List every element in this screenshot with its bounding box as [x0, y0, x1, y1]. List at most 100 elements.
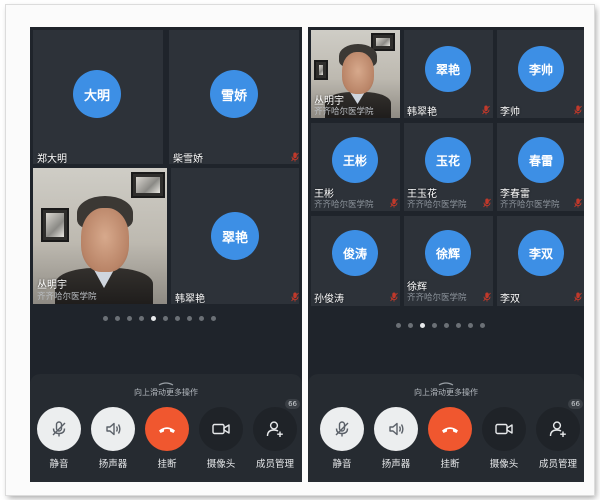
members-control[interactable]: 66 成员管理 [536, 399, 583, 470]
participant-org: 齐齐哈尔医学院 [407, 200, 467, 210]
participant-video-face [81, 208, 129, 272]
wall-picture [371, 33, 395, 51]
mic-muted-icon [574, 105, 582, 115]
participant-avatar: 俊涛 [332, 230, 378, 276]
control-panel: 向上滑动更多操作 静音 扬声器 挂断 摄像头 66 成员管理 [308, 374, 584, 482]
participant-tile[interactable]: 雪娇 柴雪娇 [169, 30, 299, 164]
page-dot[interactable] [396, 323, 401, 328]
participant-video-tile[interactable]: 丛明宇 齐齐哈尔医学院 [311, 30, 400, 118]
mic-muted-icon [390, 292, 398, 302]
members-count-badge: 66 [568, 399, 583, 409]
participant-name: 李帅 [500, 107, 520, 118]
participant-name: 丛明宇 [37, 280, 67, 291]
participant-video-face [342, 52, 374, 94]
drag-handle[interactable] [438, 381, 454, 386]
meeting-screen-left: 大明 郑大明 雪娇 柴雪娇 丛明宇 齐齐哈尔医学院 翠艳 韩翠艳 向上滑动更多操… [30, 27, 302, 482]
participant-tile[interactable]: 李双 李双 [497, 216, 584, 306]
control-panel: 向上滑动更多操作 静音 扬声器 挂断 摄像头 66 成员管理 [30, 374, 302, 482]
speaker-control[interactable]: 扬声器 [374, 407, 418, 470]
participant-tile[interactable]: 翠艳 韩翠艳 [404, 30, 493, 118]
speaker-control[interactable]: 扬声器 [91, 407, 135, 470]
hangup-control[interactable]: 挂断 [145, 407, 189, 470]
mic-muted-icon [574, 198, 582, 208]
phone-hangup-icon [442, 427, 458, 433]
page-dot[interactable] [163, 316, 168, 321]
speaker-button[interactable] [91, 407, 135, 451]
mute-control[interactable]: 静音 [320, 407, 364, 470]
hangup-button[interactable] [145, 407, 189, 451]
hangup-button[interactable] [428, 407, 472, 451]
participant-name: 韩翠艳 [175, 294, 205, 304]
page-dot[interactable] [139, 316, 144, 321]
page-indicator[interactable] [396, 323, 485, 328]
page-dot[interactable] [211, 316, 216, 321]
page-dot[interactable] [115, 316, 120, 321]
page-dot-active[interactable] [151, 316, 156, 321]
members-control[interactable]: 66 成员管理 [253, 399, 300, 470]
mute-button[interactable] [320, 407, 364, 451]
page-dot[interactable] [456, 323, 461, 328]
participant-org: 齐齐哈尔医学院 [314, 200, 374, 210]
add-member-icon [549, 421, 566, 437]
speaker-button[interactable] [374, 407, 418, 451]
participant-avatar: 大明 [73, 70, 121, 118]
participant-avatar: 翠艳 [425, 46, 471, 92]
mic-muted-icon [291, 152, 299, 162]
page-indicator[interactable] [103, 316, 216, 321]
page-dot[interactable] [199, 316, 204, 321]
members-button[interactable]: 66 [253, 399, 300, 451]
participant-org: 齐齐哈尔医学院 [37, 292, 97, 302]
camera-button[interactable] [199, 407, 243, 451]
page-dot[interactable] [175, 316, 180, 321]
participant-name: 李双 [500, 294, 520, 305]
page-dot[interactable] [127, 316, 132, 321]
mute-control[interactable]: 静音 [37, 407, 81, 470]
wall-picture [41, 208, 69, 242]
participant-avatar: 李帅 [518, 46, 564, 92]
page-dot[interactable] [468, 323, 473, 328]
video-camera-icon [495, 423, 513, 435]
camera-control[interactable]: 摄像头 [482, 407, 526, 470]
screenshot-frame: 大明 郑大明 雪娇 柴雪娇 丛明宇 齐齐哈尔医学院 翠艳 韩翠艳 向上滑动更多操… [6, 5, 594, 495]
participant-tile[interactable]: 徐辉 徐辉 齐齐哈尔医学院 [404, 216, 493, 306]
participant-org: 齐齐哈尔医学院 [407, 293, 467, 303]
members-label: 成员管理 [255, 459, 294, 470]
participant-tile[interactable]: 大明 郑大明 [33, 30, 163, 164]
hangup-control[interactable]: 挂断 [428, 407, 472, 470]
participant-name: 孙俊涛 [314, 294, 344, 305]
mic-muted-icon [482, 105, 490, 115]
page-dot[interactable] [187, 316, 192, 321]
participant-tile[interactable]: 俊涛 孙俊涛 [311, 216, 400, 306]
participant-avatar: 李双 [518, 230, 564, 276]
camera-control[interactable]: 摄像头 [199, 407, 243, 470]
page-dot[interactable] [408, 323, 413, 328]
participant-tile[interactable]: 玉花 王玉花 齐齐哈尔医学院 [404, 123, 493, 211]
page-dot[interactable] [432, 323, 437, 328]
participant-avatar: 春雷 [518, 137, 564, 183]
participant-name: 韩翠艳 [407, 107, 437, 118]
page-dot[interactable] [444, 323, 449, 328]
participant-tile[interactable]: 春雷 李春雷 齐齐哈尔医学院 [497, 123, 584, 211]
camera-button[interactable] [482, 407, 526, 451]
drag-handle[interactable] [158, 381, 174, 386]
participant-avatar: 徐辉 [425, 230, 471, 276]
participant-video-tile[interactable]: 丛明宇 齐齐哈尔医学院 [33, 168, 167, 304]
participant-tile[interactable]: 翠艳 韩翠艳 [171, 168, 299, 304]
participant-name: 柴雪娇 [173, 154, 203, 164]
mic-muted-icon [574, 292, 582, 302]
add-member-icon [266, 421, 283, 437]
speaker-icon [389, 422, 404, 436]
mic-muted-icon [390, 198, 398, 208]
swipe-hint: 向上滑动更多操作 [414, 388, 478, 397]
mute-button[interactable] [37, 407, 81, 451]
page-dot[interactable] [103, 316, 108, 321]
participant-tile[interactable]: 王彬 王彬 齐齐哈尔医学院 [311, 123, 400, 211]
page-dot-active[interactable] [420, 323, 425, 328]
page-dot[interactable] [480, 323, 485, 328]
members-label: 成员管理 [538, 459, 577, 470]
participant-name: 郑大明 [37, 154, 67, 164]
participant-avatar: 王彬 [332, 137, 378, 183]
members-button[interactable]: 66 [536, 399, 583, 451]
participant-tile[interactable]: 李帅 李帅 [497, 30, 584, 118]
speaker-icon [106, 422, 121, 436]
